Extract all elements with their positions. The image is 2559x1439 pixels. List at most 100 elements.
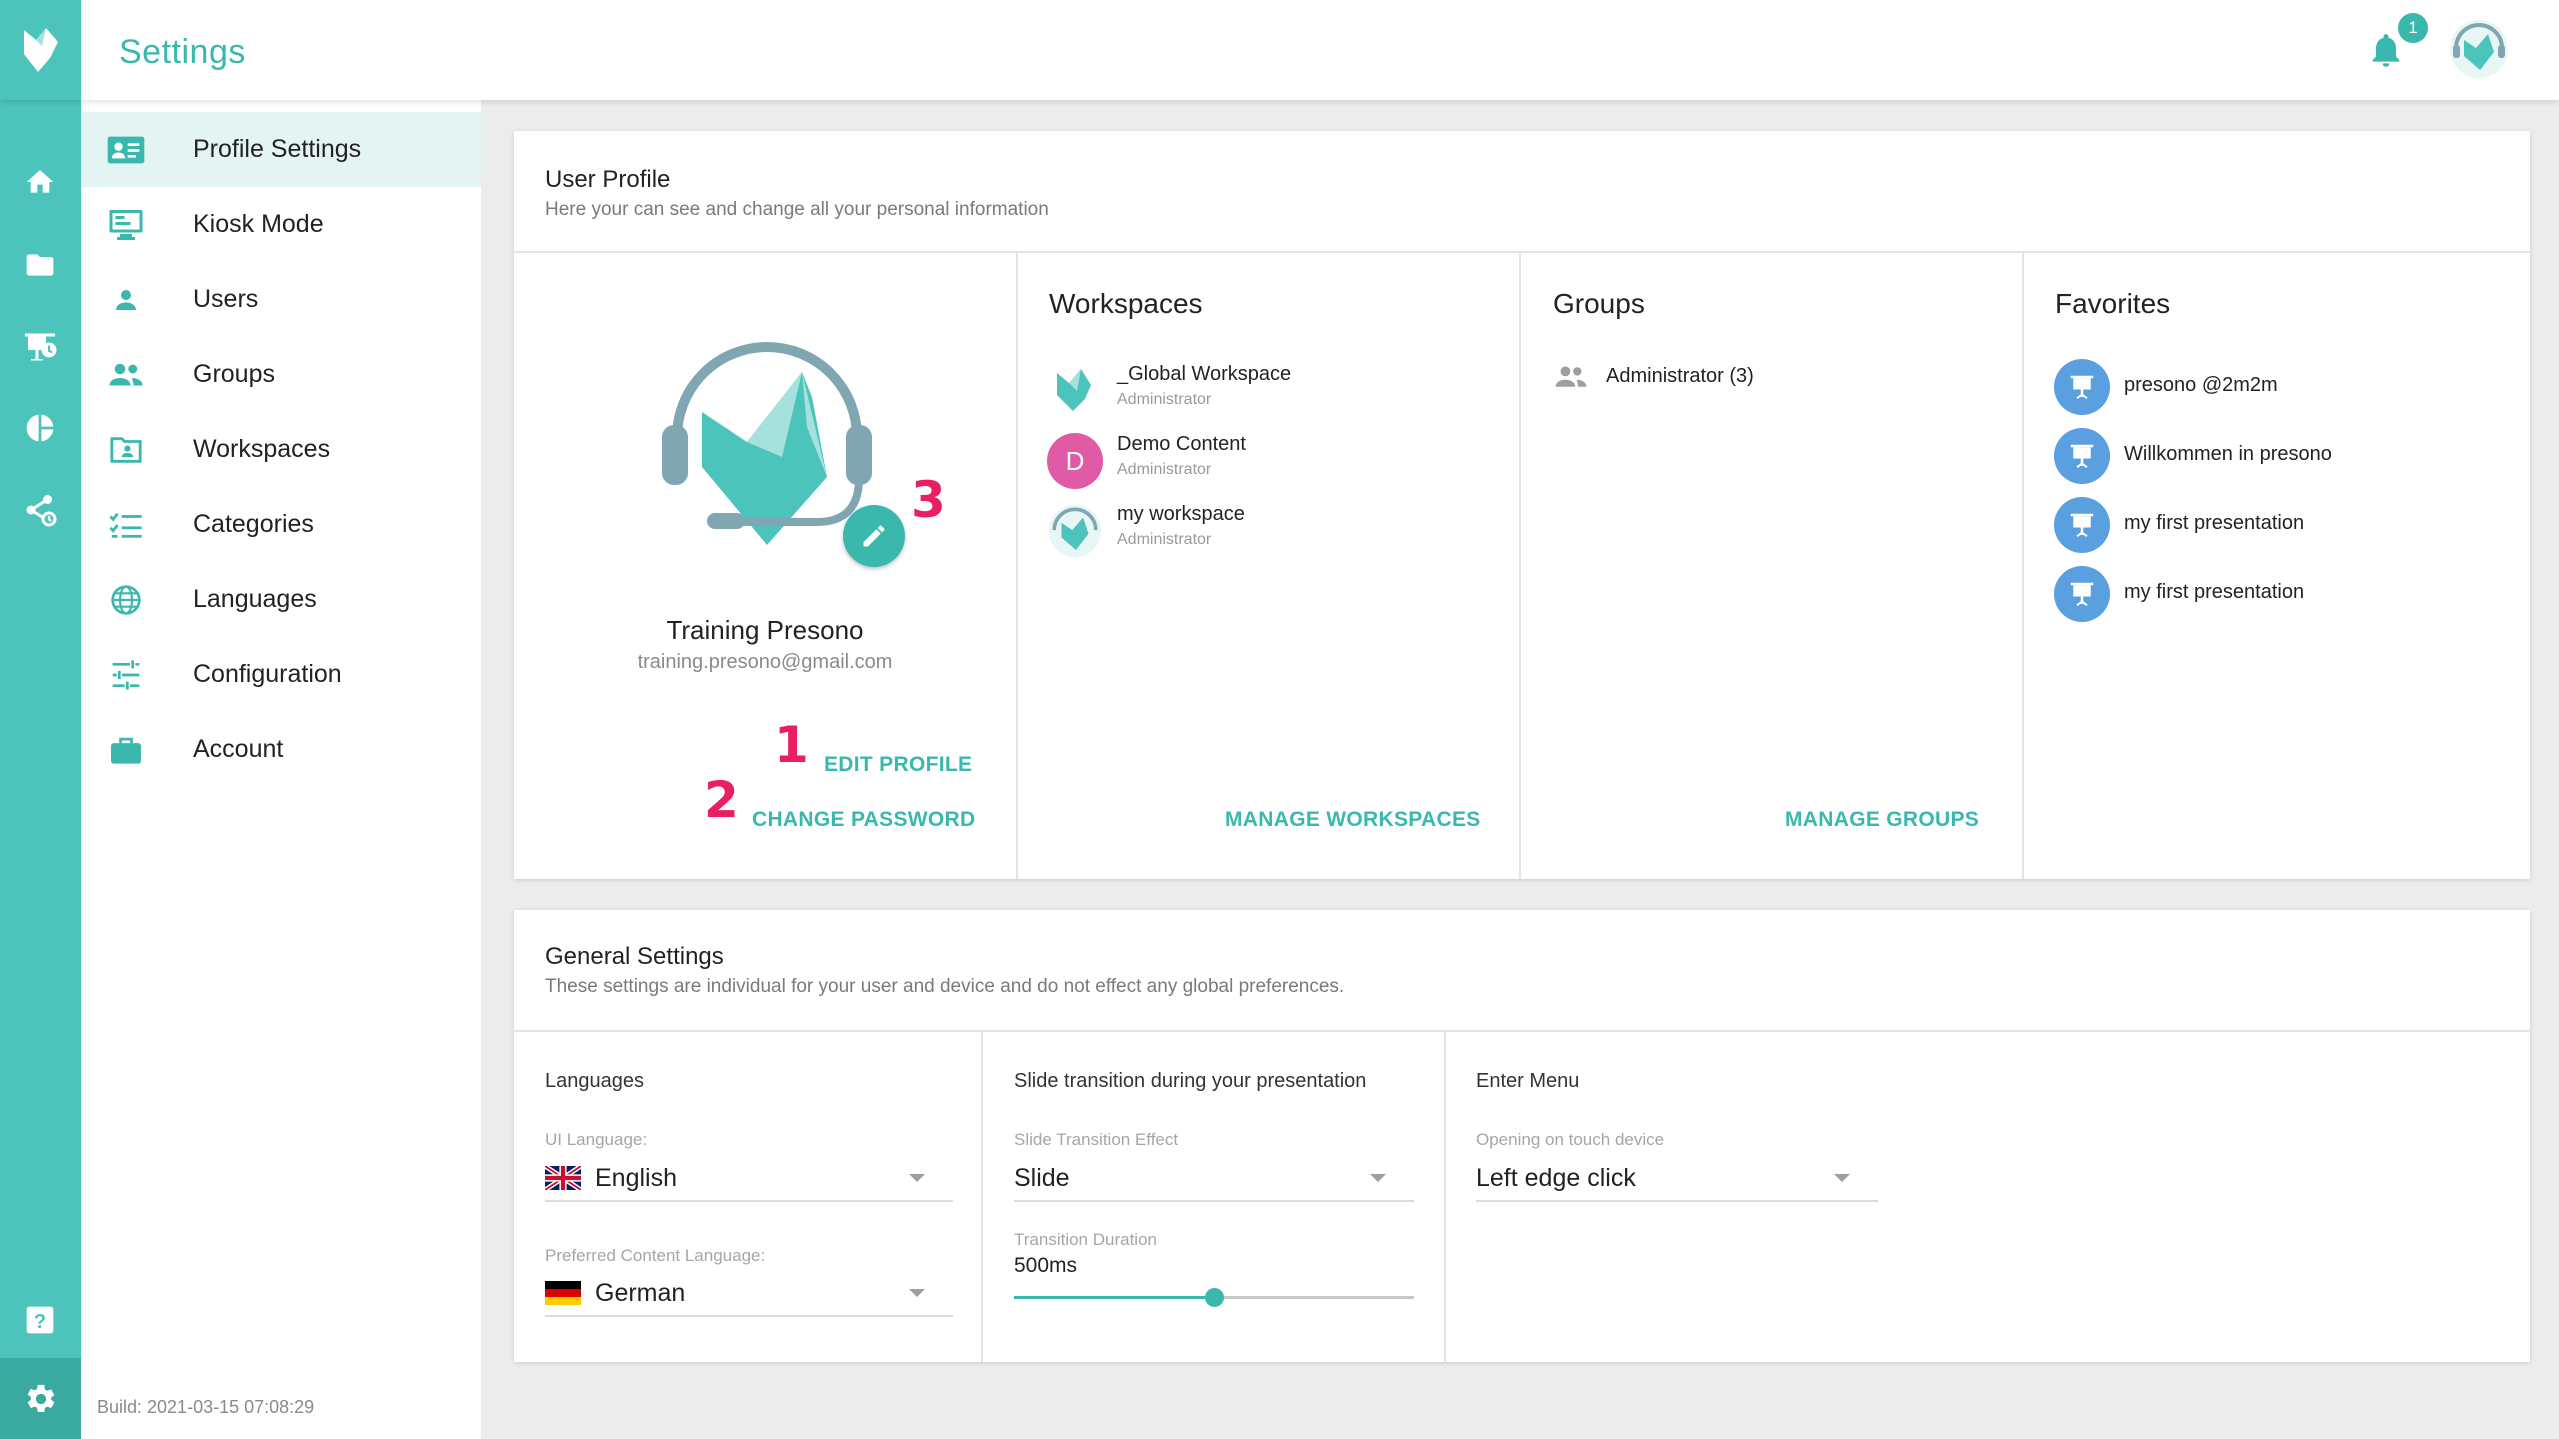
- manage-workspaces-button[interactable]: MANAGE WORKSPACES: [1225, 808, 1481, 832]
- user-avatar[interactable]: [2448, 18, 2510, 80]
- workspace-item[interactable]: D Demo Content Administrator: [1047, 433, 1487, 493]
- group-item[interactable]: Administrator (3): [1553, 361, 1993, 395]
- card-subtitle: These settings are individual for your u…: [545, 976, 1345, 997]
- chevron-down-icon: [1370, 1174, 1386, 1182]
- nav-label: Workspaces: [193, 435, 331, 463]
- slider-thumb[interactable]: [1205, 1288, 1224, 1307]
- edit-profile-button[interactable]: EDIT PROFILE: [824, 753, 972, 777]
- nav-item-account[interactable]: Account: [81, 712, 481, 787]
- ui-language-select[interactable]: English: [545, 1152, 953, 1202]
- help-icon[interactable]: ?: [18, 1298, 62, 1342]
- folder-icon[interactable]: [18, 243, 62, 287]
- nav-item-kiosk-mode[interactable]: Kiosk Mode: [81, 187, 481, 262]
- nav-item-users[interactable]: Users: [81, 262, 481, 337]
- annotation-marker-1: 1: [774, 716, 809, 774]
- svg-text:?: ?: [34, 1311, 46, 1333]
- annotation-marker-3: 3: [911, 471, 946, 529]
- person-icon: [105, 279, 147, 321]
- divider: [981, 1031, 983, 1362]
- ui-language-label: UI Language:: [545, 1130, 648, 1149]
- nav-item-configuration[interactable]: Configuration: [81, 637, 481, 712]
- gear-icon[interactable]: [0, 1358, 81, 1439]
- divider: [2022, 252, 2024, 879]
- pie-chart-icon[interactable]: [18, 406, 62, 450]
- id-card-icon: [105, 129, 147, 171]
- transition-effect-label: Slide Transition Effect: [1014, 1130, 1179, 1149]
- touch-opening-value: Left edge click: [1476, 1164, 1636, 1192]
- nav-item-languages[interactable]: Languages: [81, 562, 481, 637]
- change-password-button[interactable]: CHANGE PASSWORD: [752, 808, 975, 832]
- uk-flag-icon: [545, 1166, 581, 1190]
- user-profile-card: User Profile Here your can see and chang…: [514, 131, 2530, 879]
- globe-icon: [105, 579, 147, 621]
- nav-item-categories[interactable]: Categories: [81, 487, 481, 562]
- content-language-label: Preferred Content Language:: [545, 1246, 766, 1265]
- presentation-icon: [2054, 359, 2110, 415]
- divider: [1519, 252, 1521, 879]
- home-icon[interactable]: [18, 160, 62, 204]
- settings-nav: Profile Settings Kiosk Mode Users Groups…: [81, 100, 481, 1439]
- workspace-logo-icon: [1057, 369, 1091, 411]
- favorite-item[interactable]: presono @2m2m: [2054, 359, 2494, 415]
- favorite-label: presono @2m2m: [2124, 374, 2278, 396]
- nav-label: Kiosk Mode: [193, 210, 324, 238]
- transition-section-title: Slide transition during your presentatio…: [1014, 1070, 1367, 1092]
- group-name: Administrator (3): [1606, 365, 1754, 387]
- people-icon: [105, 354, 147, 396]
- favorites-title: Favorites: [2055, 288, 2171, 319]
- briefcase-icon: [105, 729, 147, 771]
- card-title: General Settings: [545, 943, 724, 970]
- presono-logo-icon: [23, 28, 58, 72]
- divider: [514, 1030, 2530, 1032]
- card-subtitle: Here your can see and change all your pe…: [545, 199, 1049, 220]
- presentation-icon: [2054, 428, 2110, 484]
- nav-item-groups[interactable]: Groups: [81, 337, 481, 412]
- favorite-item[interactable]: my first presentation: [2054, 566, 2494, 622]
- workspace-role: Administrator: [1117, 461, 1212, 478]
- workspaces-title: Workspaces: [1049, 288, 1203, 319]
- transition-duration-value: 500ms: [1014, 1254, 1078, 1277]
- content-language-select[interactable]: German: [545, 1267, 953, 1317]
- favorite-label: Willkommen in presono: [2124, 443, 2332, 465]
- workspace-avatar-icon: [1048, 504, 1102, 558]
- divider: [1444, 1031, 1446, 1362]
- favorite-label: my first presentation: [2124, 512, 2305, 534]
- workspace-role: Administrator: [1117, 391, 1212, 408]
- presentation-icon: [2054, 566, 2110, 622]
- workspace-name: _Global Workspace: [1117, 363, 1292, 385]
- page-title: Settings: [119, 33, 246, 71]
- workspace-role: Administrator: [1117, 531, 1212, 548]
- workspace-name: Demo Content: [1117, 433, 1246, 455]
- nav-label: Configuration: [193, 660, 342, 688]
- transition-effect-value: Slide: [1014, 1164, 1070, 1192]
- top-bar: Settings 1: [0, 0, 2559, 100]
- workspace-item[interactable]: my workspace Administrator: [1047, 503, 1487, 563]
- card-title: User Profile: [545, 166, 671, 193]
- enter-menu-section-title: Enter Menu: [1476, 1070, 1580, 1092]
- ui-language-value: English: [595, 1164, 677, 1192]
- general-settings-card: General Settings These settings are indi…: [514, 910, 2530, 1362]
- manage-groups-button[interactable]: MANAGE GROUPS: [1785, 808, 1979, 832]
- touch-opening-label: Opening on touch device: [1476, 1130, 1665, 1149]
- notification-badge: 1: [2398, 13, 2428, 43]
- favorite-item[interactable]: Willkommen in presono: [2054, 428, 2494, 484]
- user-email: training.presono@gmail.com: [637, 651, 893, 673]
- build-info: Build: 2021-03-15 07:08:29: [97, 1397, 315, 1417]
- favorite-item[interactable]: my first presentation: [2054, 497, 2494, 553]
- transition-duration-label: Transition Duration: [1014, 1230, 1157, 1249]
- touch-opening-select[interactable]: Left edge click: [1476, 1152, 1878, 1202]
- share-icon[interactable]: [18, 488, 62, 532]
- transition-effect-select[interactable]: Slide: [1014, 1152, 1414, 1202]
- chevron-down-icon: [909, 1174, 925, 1182]
- edit-avatar-button[interactable]: [843, 505, 905, 567]
- transition-duration-slider[interactable]: [1014, 1288, 1414, 1307]
- nav-item-workspaces[interactable]: Workspaces: [81, 412, 481, 487]
- left-rail: ?: [0, 100, 81, 1439]
- presono-logo[interactable]: [0, 0, 81, 100]
- nav-item-profile-settings[interactable]: Profile Settings: [81, 112, 481, 187]
- monitor-icon: [105, 204, 147, 246]
- languages-section-title: Languages: [545, 1070, 644, 1092]
- presentation-schedule-icon[interactable]: [18, 325, 62, 369]
- nav-label: Categories: [193, 510, 314, 538]
- workspace-item[interactable]: _Global Workspace Administrator: [1047, 363, 1487, 423]
